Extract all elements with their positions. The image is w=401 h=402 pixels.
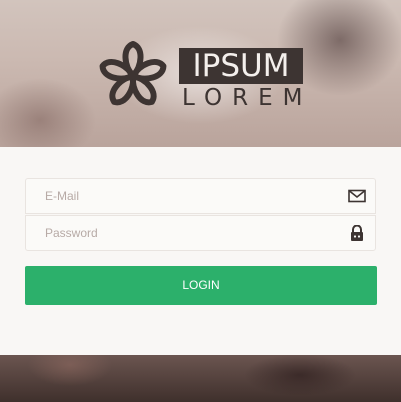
lock-icon xyxy=(351,225,363,241)
footer-background-image xyxy=(0,355,401,402)
brand-tagline: LOREM xyxy=(182,85,313,111)
flower-logo-icon xyxy=(99,41,167,106)
login-button[interactable]: LOGIN xyxy=(25,266,377,305)
password-field[interactable] xyxy=(25,215,376,251)
brand-name: IPSUM xyxy=(179,48,303,84)
logo: IPSUM LOREM xyxy=(94,36,314,116)
envelope-icon xyxy=(348,189,366,203)
email-field[interactable] xyxy=(25,178,376,214)
email-input[interactable] xyxy=(26,179,336,213)
password-input[interactable] xyxy=(26,216,336,250)
